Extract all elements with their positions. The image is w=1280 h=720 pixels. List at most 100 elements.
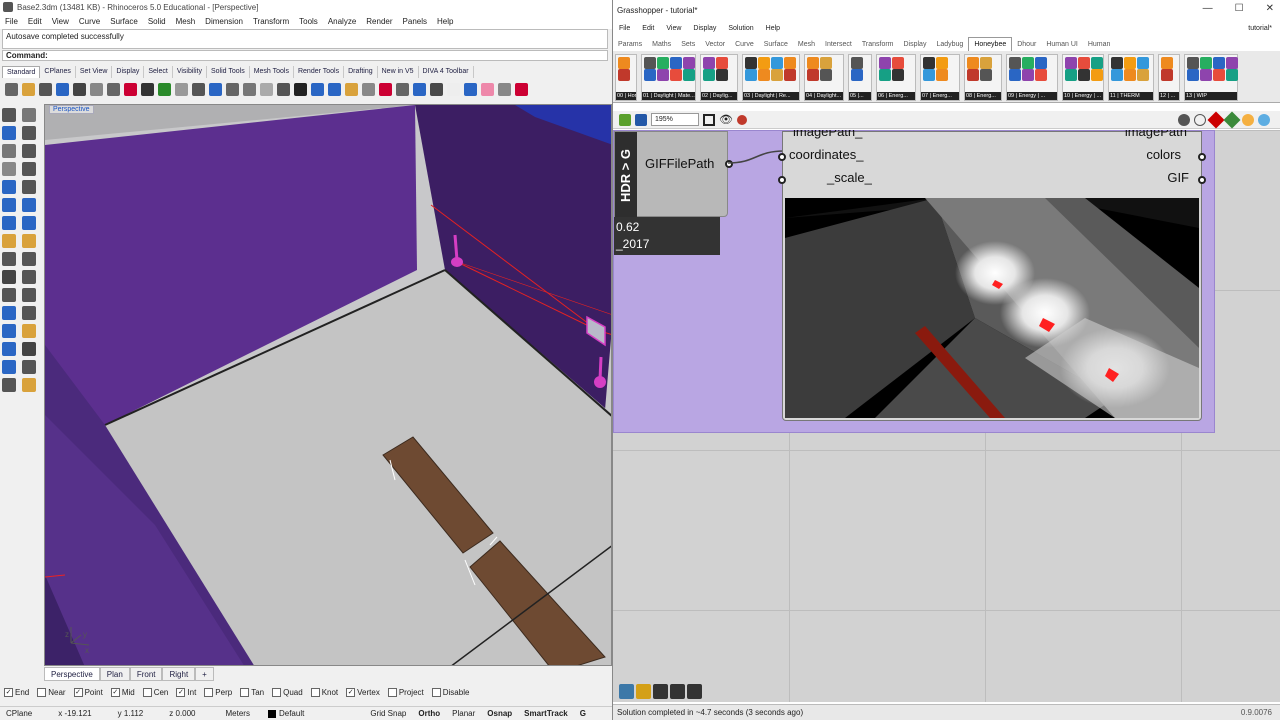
- left-tool-icon[interactable]: [2, 378, 16, 392]
- toolbar-tool-icon[interactable]: [141, 82, 154, 96]
- left-tool-icon[interactable]: [22, 144, 36, 158]
- left-tool-icon[interactable]: [2, 198, 16, 212]
- left-tool-icon[interactable]: [22, 270, 36, 284]
- toolbar-tab-cplanes[interactable]: CPlanes: [40, 66, 76, 78]
- left-tool-icon[interactable]: [2, 162, 16, 176]
- coordinates-input-grip[interactable]: [778, 153, 786, 161]
- ribbon-component-icon[interactable]: [980, 69, 992, 81]
- ribbon-component-icon[interactable]: [892, 69, 904, 81]
- rhino-menu-transform[interactable]: Transform: [248, 17, 294, 26]
- toolbar-tab-render-tools[interactable]: Render Tools: [294, 66, 345, 78]
- left-tool-icon[interactable]: [22, 198, 36, 212]
- toolbar-tool-icon[interactable]: [294, 82, 307, 96]
- osnap-project[interactable]: Project: [387, 687, 424, 697]
- osnap-checkbox[interactable]: [387, 687, 397, 697]
- preview-eye-icon[interactable]: 👁: [719, 113, 733, 126]
- ribbon-component-icon[interactable]: [703, 57, 715, 69]
- output-imagepath[interactable]: imagePath: [1125, 130, 1187, 139]
- ribbon-component-icon[interactable]: [716, 69, 728, 81]
- ribbon-component-icon[interactable]: [683, 69, 695, 81]
- rhino-menu-edit[interactable]: Edit: [23, 17, 47, 26]
- status-planar[interactable]: Planar: [446, 709, 481, 718]
- left-tool-icon[interactable]: [22, 252, 36, 266]
- toolbar-tool-icon[interactable]: [243, 82, 256, 96]
- toolbar-tool-icon[interactable]: [498, 82, 511, 96]
- viewport-tab-plan[interactable]: Plan: [99, 667, 130, 681]
- toolbar-tool-icon[interactable]: [464, 82, 477, 96]
- mesh-preview-icon[interactable]: [1258, 113, 1270, 126]
- toolbar-tab-standard[interactable]: Standard: [2, 66, 41, 78]
- left-tool-icon[interactable]: [2, 342, 16, 356]
- osnap-checkbox[interactable]: [431, 687, 441, 697]
- image-viewer-component[interactable]: imagePath_ coordinates_ _scale_ imagePat…: [778, 130, 1206, 421]
- toolbar-tool-icon[interactable]: [22, 82, 35, 96]
- osnap-checkbox[interactable]: ✓: [73, 687, 83, 697]
- ribbon-component-icon[interactable]: [967, 57, 979, 69]
- output-gif[interactable]: GIF: [1167, 170, 1189, 185]
- left-tool-icon[interactable]: [22, 288, 36, 302]
- viewport-tab-right[interactable]: Right: [162, 667, 196, 681]
- add-viewport-tab[interactable]: +: [195, 667, 214, 681]
- ribbon-component-icon[interactable]: [936, 69, 948, 81]
- rhino-menu-panels[interactable]: Panels: [398, 17, 432, 26]
- gif-output-grip[interactable]: [1198, 176, 1206, 184]
- ribbon-component-icon[interactable]: [1022, 69, 1034, 81]
- gh-tab-display[interactable]: Display: [899, 38, 932, 51]
- ribbon-component-icon[interactable]: [618, 57, 630, 69]
- left-tool-icon[interactable]: [2, 108, 16, 122]
- sketch-icon[interactable]: [736, 114, 747, 125]
- ribbon-component-icon[interactable]: [1161, 57, 1173, 69]
- osnap-quad[interactable]: Quad: [272, 687, 303, 697]
- preview-selected-icon[interactable]: [1207, 111, 1225, 128]
- ribbon-component-icon[interactable]: [1078, 57, 1090, 69]
- csharp-icon[interactable]: [687, 684, 702, 699]
- left-tool-icon[interactable]: [22, 378, 36, 392]
- ribbon-component-icon[interactable]: [1200, 69, 1212, 81]
- ribbon-component-icon[interactable]: [936, 57, 948, 69]
- status-osnap[interactable]: Osnap: [481, 709, 518, 718]
- status-layer[interactable]: Default: [276, 709, 310, 718]
- osnap-checkbox[interactable]: ✓: [346, 687, 356, 697]
- input-imagepath[interactable]: imagePath_: [793, 130, 862, 139]
- command-input[interactable]: Command:: [2, 50, 608, 61]
- left-tool-icon[interactable]: [22, 126, 36, 140]
- toolbar-tool-icon[interactable]: [362, 82, 375, 96]
- left-tool-icon[interactable]: [2, 180, 16, 194]
- osnap-checkbox[interactable]: ✓: [110, 687, 120, 697]
- status-gumball[interactable]: G: [574, 709, 592, 718]
- rhino-menu-mesh[interactable]: Mesh: [171, 17, 201, 26]
- osnap-checkbox[interactable]: [37, 687, 47, 697]
- osnap-tan[interactable]: Tan: [240, 687, 264, 697]
- toolbar-tool-icon[interactable]: [260, 82, 273, 96]
- toolbar-tool-icon[interactable]: [158, 82, 171, 96]
- rhino-menu-tools[interactable]: Tools: [294, 17, 323, 26]
- ribbon-component-icon[interactable]: [1124, 57, 1136, 69]
- toolbar-tool-icon[interactable]: [311, 82, 324, 96]
- ribbon-component-icon[interactable]: [716, 57, 728, 69]
- gh-menu-edit[interactable]: Edit: [636, 25, 660, 32]
- ribbon-component-icon[interactable]: [1200, 57, 1212, 69]
- ribbon-component-icon[interactable]: [1065, 69, 1077, 81]
- ribbon-component-icon[interactable]: [1137, 69, 1149, 81]
- toolbar-tab-mesh-tools[interactable]: Mesh Tools: [250, 66, 294, 78]
- wire-display-icon[interactable]: [1223, 111, 1241, 128]
- osnap-near[interactable]: Near: [37, 687, 66, 697]
- left-tool-icon[interactable]: [22, 108, 36, 122]
- gh-tab-curve[interactable]: Curve: [730, 38, 759, 51]
- viewport-tab-front[interactable]: Front: [129, 667, 163, 681]
- gh-tab-transform[interactable]: Transform: [857, 38, 899, 51]
- ribbon-component-icon[interactable]: [980, 57, 992, 69]
- toolbar-tool-icon[interactable]: [226, 82, 239, 96]
- gifpath-output[interactable]: GIFFilePath: [645, 156, 714, 171]
- left-tool-icon[interactable]: [2, 144, 16, 158]
- save-file-icon[interactable]: [635, 113, 647, 126]
- ribbon-component-icon[interactable]: [1111, 69, 1123, 81]
- toolbar-tool-icon[interactable]: [56, 82, 69, 96]
- ribbon-component-icon[interactable]: [1213, 69, 1225, 81]
- gh-tab-maths[interactable]: Maths: [647, 38, 676, 51]
- layer-swatch[interactable]: [267, 709, 276, 718]
- close-icon[interactable]: ✕: [1266, 3, 1274, 14]
- gh-tab-params[interactable]: Params: [613, 38, 647, 51]
- toolbar-tool-icon[interactable]: [73, 82, 86, 96]
- script-icon[interactable]: [636, 684, 651, 699]
